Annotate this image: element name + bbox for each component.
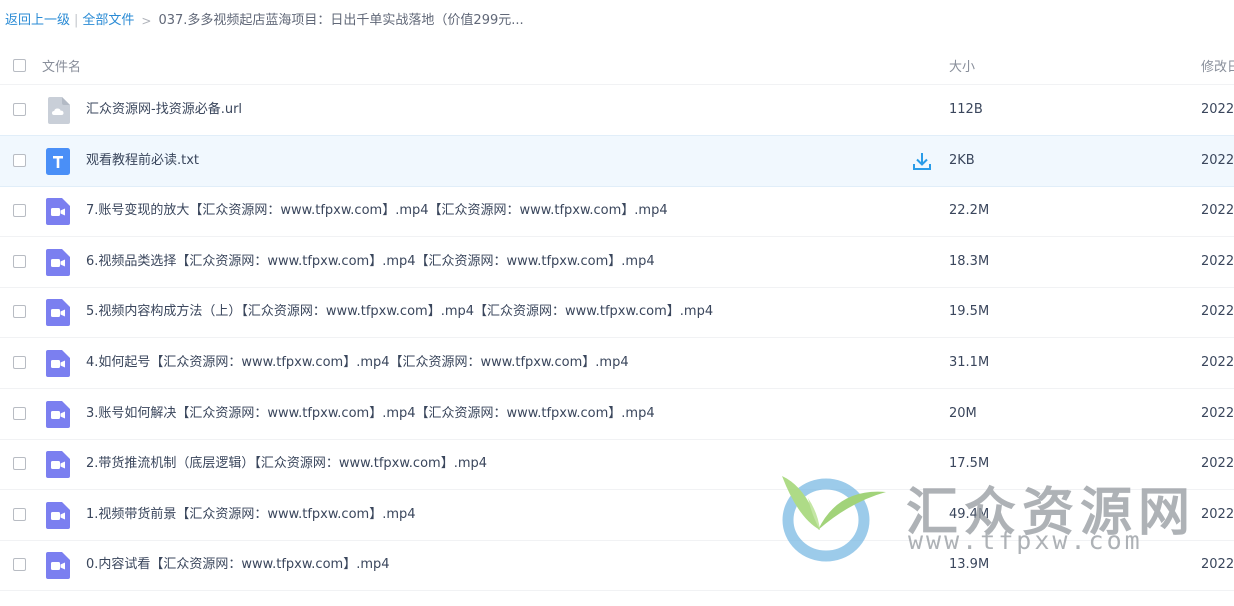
back-link[interactable]: 返回上一级 bbox=[5, 12, 70, 30]
video-file-icon bbox=[46, 198, 70, 225]
row-checkbox[interactable] bbox=[13, 356, 26, 369]
file-name[interactable]: 6.视频品类选择【汇众资源网：www.tfpxw.com】.mp4【汇众资源网：… bbox=[86, 252, 655, 272]
file-modified-date: 2022- bbox=[1201, 557, 1234, 572]
file-size: 19.5M bbox=[949, 304, 990, 319]
file-name[interactable]: 1.视频带货前景【汇众资源网：www.tfpxw.com】.mp4 bbox=[86, 505, 416, 525]
table-row[interactable]: 1.视频带货前景【汇众资源网：www.tfpxw.com】.mp4 49.4M … bbox=[0, 490, 1234, 541]
column-header-modified[interactable]: 修改日 bbox=[1201, 56, 1234, 75]
file-size: 49.4M bbox=[949, 507, 990, 522]
select-all-checkbox[interactable] bbox=[13, 59, 26, 72]
video-file-icon bbox=[46, 401, 70, 428]
file-modified-date: 2022- bbox=[1201, 355, 1234, 370]
row-checkbox[interactable] bbox=[13, 457, 26, 470]
file-name[interactable]: 0.内容试看【汇众资源网：www.tfpxw.com】.mp4 bbox=[86, 555, 390, 575]
file-size: 22.2M bbox=[949, 203, 990, 218]
row-checkbox[interactable] bbox=[13, 407, 26, 420]
file-name[interactable]: 3.账号如何解决【汇众资源网：www.tfpxw.com】.mp4【汇众资源网：… bbox=[86, 404, 655, 424]
table-row[interactable]: 汇众资源网-找资源必备.url 112B 2022- bbox=[0, 85, 1234, 136]
file-modified-date: 2022- bbox=[1201, 507, 1234, 522]
file-name[interactable]: 汇众资源网-找资源必备.url bbox=[86, 100, 242, 120]
file-modified-date: 2022- bbox=[1201, 203, 1234, 218]
breadcrumb-arrow: > bbox=[141, 14, 152, 28]
table-header: 文件名 大小 修改日 bbox=[0, 46, 1234, 85]
row-checkbox[interactable] bbox=[13, 558, 26, 571]
file-name[interactable]: 2.带货推流机制（底层逻辑）【汇众资源网：www.tfpxw.com】.mp4 bbox=[86, 454, 487, 474]
row-checkbox[interactable] bbox=[13, 154, 26, 167]
file-size: 17.5M bbox=[949, 456, 990, 471]
table-row[interactable]: 7.账号变现的放大【汇众资源网：www.tfpxw.com】.mp4【汇众资源网… bbox=[0, 186, 1234, 237]
breadcrumb: 返回上一级 | 全部文件 > 037.多多视频起店蓝海项目：日出千单实战落地（价… bbox=[5, 12, 524, 30]
file-size: 13.9M bbox=[949, 557, 990, 572]
file-size: 20M bbox=[949, 406, 977, 421]
file-size: 2KB bbox=[949, 153, 975, 168]
video-file-icon bbox=[46, 451, 70, 478]
file-browser: 返回上一级 | 全部文件 > 037.多多视频起店蓝海项目：日出千单实战落地（价… bbox=[0, 0, 1234, 606]
breadcrumb-separator: | bbox=[74, 13, 79, 28]
table-row[interactable]: 2.带货推流机制（底层逻辑）【汇众资源网：www.tfpxw.com】.mp4 … bbox=[0, 439, 1234, 490]
video-file-icon bbox=[46, 299, 70, 326]
file-name[interactable]: 7.账号变现的放大【汇众资源网：www.tfpxw.com】.mp4【汇众资源网… bbox=[86, 201, 668, 221]
table-row[interactable]: 4.如何起号【汇众资源网：www.tfpxw.com】.mp4【汇众资源网：ww… bbox=[0, 338, 1234, 389]
row-checkbox[interactable] bbox=[13, 255, 26, 268]
download-icon[interactable] bbox=[912, 151, 932, 171]
file-modified-date: 2022- bbox=[1201, 153, 1234, 168]
file-modified-date: 2022- bbox=[1201, 304, 1234, 319]
row-checkbox[interactable] bbox=[13, 305, 26, 318]
table-row[interactable]: 3.账号如何解决【汇众资源网：www.tfpxw.com】.mp4【汇众资源网：… bbox=[0, 389, 1234, 440]
all-files-link[interactable]: 全部文件 bbox=[82, 12, 134, 30]
table-row[interactable]: 观看教程前必读.txt 2KB 2022- bbox=[0, 135, 1234, 187]
table-row[interactable]: 6.视频品类选择【汇众资源网：www.tfpxw.com】.mp4【汇众资源网：… bbox=[0, 237, 1234, 288]
file-size: 112B bbox=[949, 102, 983, 117]
table-row[interactable]: 0.内容试看【汇众资源网：www.tfpxw.com】.mp4 13.9M 20… bbox=[0, 540, 1234, 591]
column-header-size[interactable]: 大小 bbox=[949, 56, 975, 75]
file-modified-date: 2022- bbox=[1201, 406, 1234, 421]
file-size: 31.1M bbox=[949, 355, 990, 370]
txt-file-icon bbox=[46, 148, 70, 175]
file-modified-date: 2022- bbox=[1201, 456, 1234, 471]
file-modified-date: 2022- bbox=[1201, 102, 1234, 117]
file-name[interactable]: 4.如何起号【汇众资源网：www.tfpxw.com】.mp4【汇众资源网：ww… bbox=[86, 353, 629, 373]
column-header-name[interactable]: 文件名 bbox=[42, 56, 81, 75]
row-checkbox[interactable] bbox=[13, 508, 26, 521]
video-file-icon bbox=[46, 350, 70, 377]
video-file-icon bbox=[46, 502, 70, 529]
file-name[interactable]: 5.视频内容构成方法（上）【汇众资源网：www.tfpxw.com】.mp4【汇… bbox=[86, 302, 713, 322]
current-folder-name: 037.多多视频起店蓝海项目：日出千单实战落地（价值299元... bbox=[158, 13, 524, 28]
file-name[interactable]: 观看教程前必读.txt bbox=[86, 151, 199, 171]
video-file-icon bbox=[46, 552, 70, 579]
file-size: 18.3M bbox=[949, 254, 990, 269]
row-checkbox[interactable] bbox=[13, 204, 26, 217]
video-file-icon bbox=[46, 249, 70, 276]
row-checkbox[interactable] bbox=[13, 103, 26, 116]
table-row[interactable]: 5.视频内容构成方法（上）【汇众资源网：www.tfpxw.com】.mp4【汇… bbox=[0, 287, 1234, 338]
url-file-icon bbox=[46, 97, 70, 124]
file-modified-date: 2022- bbox=[1201, 254, 1234, 269]
